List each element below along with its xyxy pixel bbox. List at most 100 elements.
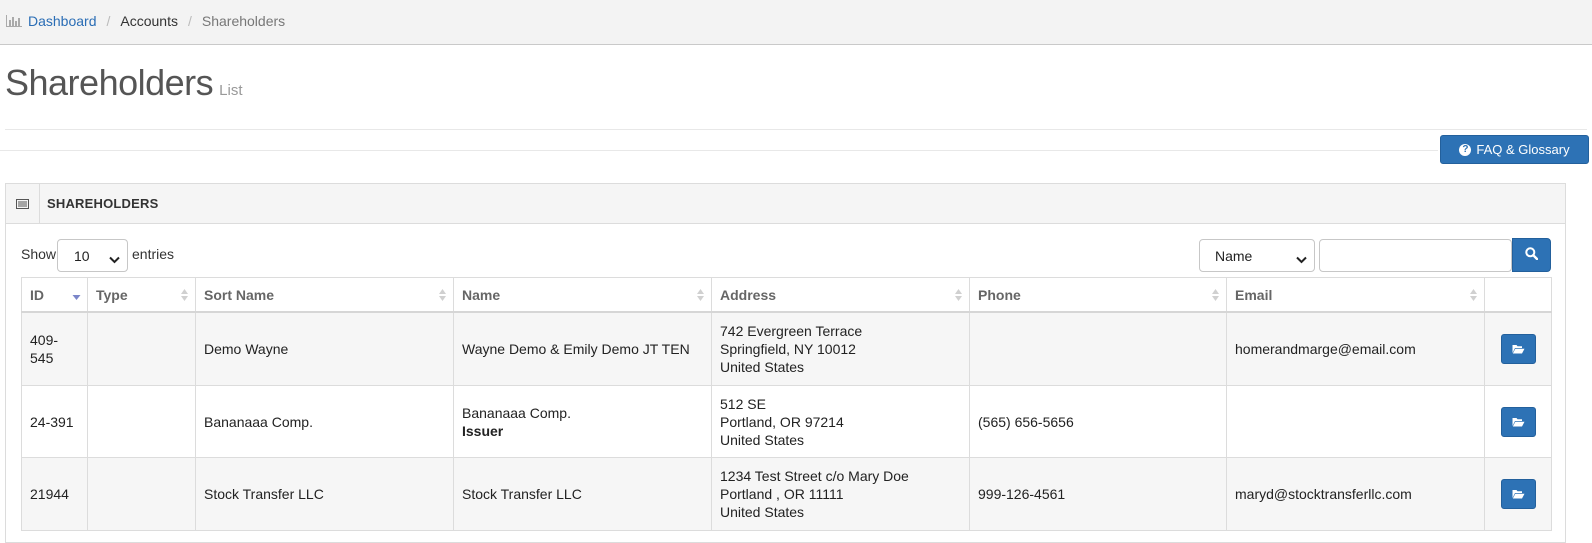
address-line: 512 SE (720, 395, 766, 412)
panel-title: SHAREHOLDERS (47, 196, 159, 211)
folder-open-icon (1512, 490, 1524, 499)
open-folder-button[interactable] (1500, 479, 1536, 509)
cell-sort-name: Stock Transfer LLC (195, 457, 454, 531)
page-title-text: Shareholders (5, 62, 214, 103)
column-header-email[interactable]: Email (1226, 277, 1485, 313)
name-role-label: Issuer (462, 422, 504, 439)
column-header-label: Sort Name (204, 286, 275, 303)
cell-id: 24-391 (21, 385, 88, 458)
sort-both-icon (1211, 288, 1220, 305)
cell-name: Stock Transfer LLC (453, 457, 712, 531)
column-header-address[interactable]: Address (711, 277, 970, 313)
chevron-down-icon (109, 251, 120, 267)
cell-phone: 999-126-4561 (969, 457, 1227, 531)
breadcrumb-accounts[interactable]: Accounts (120, 13, 178, 29)
cell-phone: (565) 656-5656 (969, 385, 1227, 458)
sort-both-icon (954, 288, 963, 305)
breadcrumb: Dashboard / Accounts / Shareholders (6, 13, 285, 29)
search-field-value: Name (1215, 247, 1253, 264)
table-row[interactable]: 21944 Stock Transfer LLC Stock Transfer … (21, 457, 1552, 531)
column-header-label: ID (30, 286, 44, 303)
column-header-phone[interactable]: Phone (969, 277, 1227, 313)
folder-open-icon (1512, 417, 1524, 426)
address-line: Portland, OR 97214 (720, 413, 844, 430)
sort-desc-icon (72, 288, 81, 304)
column-header-sort-name[interactable]: Sort Name (195, 277, 454, 313)
page-title: Shareholders List (5, 62, 242, 104)
column-header-label: Phone (978, 286, 1021, 303)
column-header-actions (1484, 277, 1552, 313)
show-label: Show (21, 246, 57, 262)
search-icon (1525, 247, 1539, 263)
column-header-label: Address (720, 286, 777, 303)
search-input[interactable] (1319, 239, 1512, 272)
address-line: 1234 Test Street c/o Mary Doe (720, 468, 909, 484)
cell-email: maryd@stocktransferllc.com (1226, 457, 1485, 531)
address-line: United States (720, 359, 805, 375)
cell-phone (969, 311, 1227, 386)
chevron-down-icon (1296, 251, 1307, 267)
breadcrumb-separator: / (187, 13, 192, 29)
bar-chart-icon (6, 15, 22, 27)
cell-actions (1484, 457, 1552, 531)
column-header-type[interactable]: Type (87, 277, 196, 313)
cell-address: 512 SE Portland, OR 97214 United States (711, 385, 970, 458)
cell-address: 742 Evergreen Terrace Springfield, NY 10… (711, 311, 970, 386)
page-subtitle: List (219, 82, 243, 99)
name-text: Bananaaa Comp. (462, 404, 571, 421)
panel-icon-box (6, 184, 40, 223)
cell-email (1226, 385, 1485, 458)
open-folder-button[interactable] (1500, 334, 1536, 364)
faq-glossary-button[interactable]: ? FAQ & Glossary (1440, 135, 1589, 164)
question-circle-icon: ? (1459, 143, 1472, 156)
address-line: United States (720, 431, 805, 448)
name-text: Stock Transfer LLC (462, 486, 582, 502)
address-line: Portland , OR 11111 (720, 486, 844, 502)
cell-name: Wayne Demo & Emily Demo JT TEN (453, 311, 712, 386)
list-alt-icon (16, 196, 29, 212)
address-line: Springfield, NY 10012 (720, 341, 856, 357)
search-button[interactable] (1512, 238, 1551, 272)
cell-actions (1484, 385, 1552, 458)
name-text: Wayne Demo & Emily Demo JT TEN (462, 341, 690, 357)
cell-sort-name: Bananaaa Comp. (195, 385, 454, 458)
cell-name: Bananaaa Comp. Issuer (453, 385, 712, 458)
address-line: United States (720, 504, 805, 520)
column-header-id[interactable]: ID (21, 277, 88, 313)
cell-email: homerandmarge@email.com (1226, 311, 1485, 386)
folder-open-icon (1512, 345, 1524, 354)
panel-header: SHAREHOLDERS (6, 184, 1565, 224)
breadcrumb-dashboard-link[interactable]: Dashboard (28, 13, 97, 29)
entries-label: entries (132, 246, 175, 262)
shareholders-table: ID Type Sort Name Name Address Phone Ema… (21, 277, 1552, 531)
table-row[interactable]: 409-545 Demo Wayne Wayne Demo & Emily De… (21, 311, 1552, 386)
table-header-row: ID Type Sort Name Name Address Phone Ema… (21, 277, 1552, 313)
cell-address: 1234 Test Street c/o Mary Doe Portland ,… (711, 457, 970, 531)
cell-id: 21944 (21, 457, 88, 531)
column-header-label: Name (462, 286, 501, 303)
cell-type (87, 385, 196, 458)
divider (0, 150, 1438, 151)
cell-type (87, 311, 196, 386)
open-folder-button[interactable] (1500, 406, 1536, 437)
sort-both-icon (1469, 288, 1478, 305)
column-header-name[interactable]: Name (453, 277, 712, 313)
faq-glossary-label: FAQ & Glossary (1476, 142, 1570, 157)
shareholders-panel: SHAREHOLDERS Show 10 entries Name ID Typ… (5, 183, 1566, 543)
address-line: 742 Evergreen Terrace (720, 323, 863, 339)
breadcrumb-current: Shareholders (201, 13, 286, 29)
cell-type (87, 457, 196, 531)
breadcrumb-separator: / (106, 13, 111, 29)
cell-sort-name: Demo Wayne (195, 311, 454, 386)
sort-both-icon (438, 288, 447, 305)
cell-id: 409-545 (21, 311, 88, 386)
top-bar: Dashboard / Accounts / Shareholders (0, 0, 1592, 45)
page-length-value: 10 (74, 247, 90, 264)
column-header-label: Email (1235, 286, 1273, 303)
column-header-label: Type (96, 286, 128, 303)
sort-both-icon (696, 288, 705, 305)
cell-actions (1484, 311, 1552, 386)
table-row[interactable]: 24-391 Bananaaa Comp. Bananaaa Comp. Iss… (21, 385, 1552, 458)
page-length-select[interactable]: 10 (57, 239, 128, 272)
search-field-select[interactable]: Name (1199, 239, 1315, 272)
